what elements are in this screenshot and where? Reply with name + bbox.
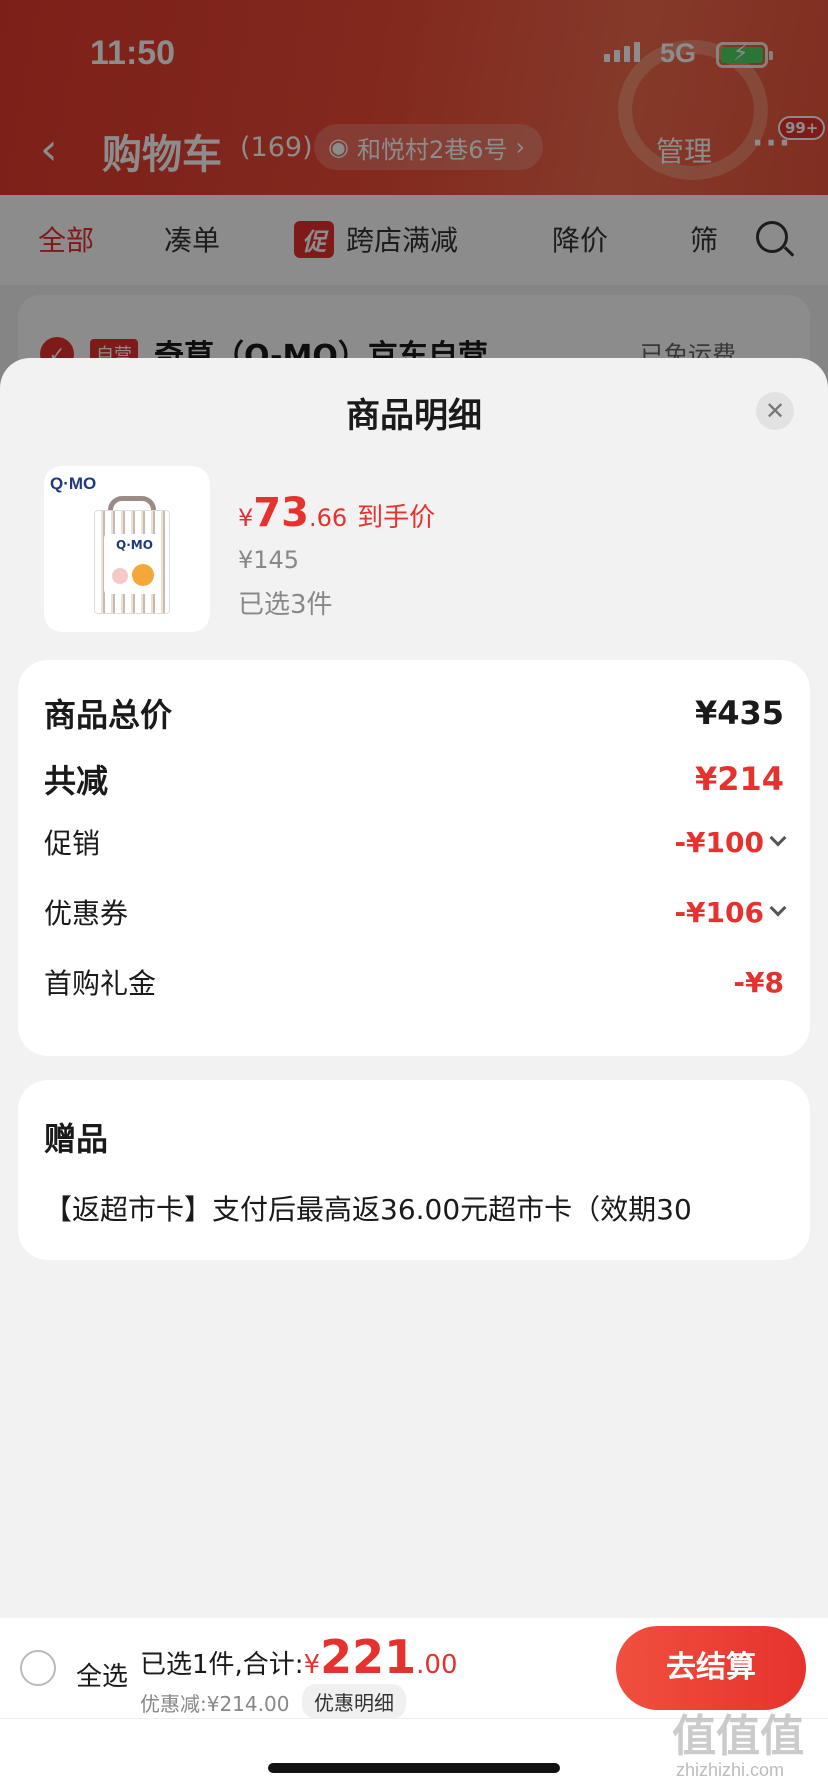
total-value: ¥435	[694, 694, 784, 732]
coupon-value: -¥106	[674, 895, 764, 929]
discount-detail-button[interactable]: 优惠明细	[302, 1684, 406, 1719]
sheet-title: 商品明细	[346, 396, 482, 436]
gift-description: 【返超市卡】支付后最高返36.00元超市卡（效期30	[44, 1193, 692, 1226]
promotion-value: -¥100	[674, 825, 764, 859]
product-summary: Q·MO Q·MO ¥73.66 到手价 ¥145 已选3件	[44, 466, 784, 636]
first-purchase-value: -¥8	[733, 965, 784, 999]
chevron-down-icon	[769, 899, 787, 917]
final-price-label: 到手价	[357, 503, 436, 533]
final-price: ¥73.66 到手价	[238, 490, 436, 536]
gifts-title: 赠品	[44, 1120, 109, 1158]
coupon-row[interactable]: 优惠券 -¥106	[44, 892, 787, 932]
home-indicator[interactable]	[268, 1763, 560, 1773]
promotion-row[interactable]: 促销 -¥100	[44, 822, 787, 862]
gifts-card: 赠品 【返超市卡】支付后最高返36.00元超市卡（效期30	[18, 1080, 810, 1260]
select-all-label[interactable]: 全选	[76, 1656, 128, 1693]
select-all-checkbox[interactable]	[20, 1650, 56, 1686]
close-icon[interactable]: ✕	[756, 392, 794, 430]
saving-text: 优惠减:¥214.00	[140, 1692, 290, 1716]
first-purchase-row: 首购礼金 -¥8	[44, 965, 784, 1001]
total-amount: 已选1件,合计:¥221.00	[140, 1630, 458, 1684]
original-price: ¥145	[238, 546, 300, 574]
detail-sheet: 商品明细 ✕ Q·MO Q·MO ¥73.66 到手价 ¥145 已选3件 商品总…	[0, 358, 828, 1792]
product-image: Q·MO Q·MO	[44, 466, 210, 632]
discount-row: 共减 ¥214	[44, 760, 784, 800]
checkout-button[interactable]: 去结算	[616, 1626, 806, 1710]
brand-logo: Q·MO	[50, 474, 97, 493]
price-summary-card: 商品总价 ¥435 共减 ¥214 促销 -¥100 优惠券 -¥106 首购礼…	[18, 660, 810, 1056]
total-row: 商品总价 ¥435	[44, 694, 784, 734]
discount-value: ¥214	[694, 760, 784, 798]
watermark: 值值值	[672, 1711, 804, 1762]
watermark-url: zhizhizhi.com	[676, 1760, 785, 1780]
chevron-down-icon	[769, 829, 787, 847]
selected-quantity: 已选3件	[238, 590, 333, 620]
